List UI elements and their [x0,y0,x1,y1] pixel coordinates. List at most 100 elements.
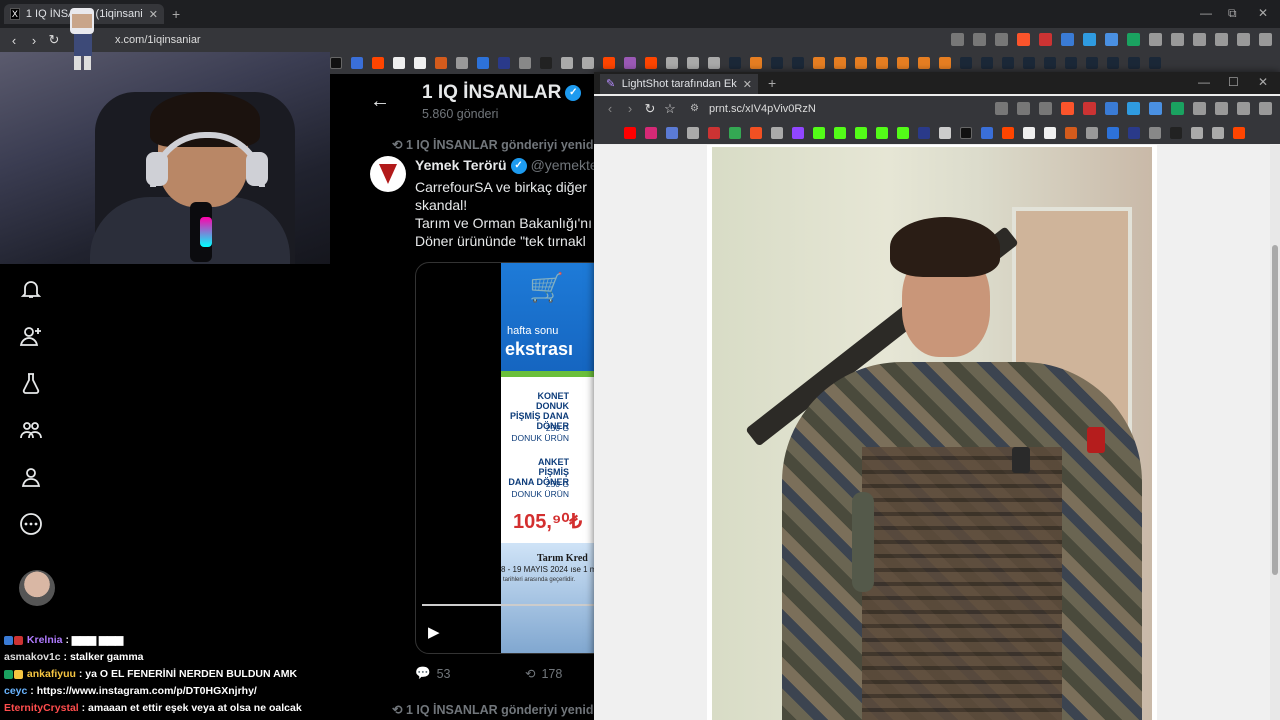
zoom-icon[interactable] [951,33,964,46]
extension-icon[interactable] [1061,33,1074,46]
bookmark-steam-icon[interactable] [1065,57,1077,69]
extension-icon[interactable] [1171,102,1184,115]
bookmark-steam-icon[interactable] [771,57,783,69]
bookmark-icon[interactable] [897,127,909,139]
brave-shield-icon[interactable] [1061,102,1074,115]
bookmark-icon[interactable] [939,57,951,69]
bookmark-icon[interactable] [1023,127,1035,139]
tweet-author[interactable]: Yemek Terörü ✓ @yemekte [415,157,594,175]
bookmark-icon[interactable] [918,127,930,139]
bookmark-kick-icon[interactable] [813,127,825,139]
extension-icon[interactable] [1127,102,1140,115]
bookmark-icon[interactable] [1065,127,1077,139]
bookmark-youtube-icon[interactable] [624,127,636,139]
bookmark-icon[interactable] [1191,127,1203,139]
bookmark-icon[interactable] [561,57,573,69]
back-nav-icon[interactable]: ‹ [600,101,620,116]
restore-button[interactable]: ⧉ [1228,6,1237,21]
play-icon[interactable]: ▶ [428,623,440,641]
extension-ublock-icon[interactable] [1039,33,1052,46]
bookmark-icon[interactable] [897,57,909,69]
bookmark-icon[interactable] [813,57,825,69]
new-tab-button[interactable]: + [172,6,180,22]
bookmark-steam-icon[interactable] [792,57,804,69]
front-address-bar[interactable]: prnt.sc/xIV4pViv0RzN [709,103,816,115]
bookmark-icon[interactable] [918,57,930,69]
bookmark-steam-icon[interactable] [729,57,741,69]
bookmark-steam-icon[interactable] [1002,57,1014,69]
bookmark-icon[interactable] [582,57,594,69]
scrollbar-thumb[interactable] [1272,245,1278,575]
bookmark-icon[interactable] [519,57,531,69]
bookmark-icon[interactable] [498,57,510,69]
forward-nav-icon[interactable]: › [620,101,640,116]
cast-icon[interactable] [973,33,986,46]
video-progress-bar[interactable] [422,604,594,606]
back-arrow-icon[interactable]: ← [370,90,390,113]
bookmark-steam-icon[interactable] [1044,57,1056,69]
extension-icon[interactable] [1083,33,1096,46]
zoom-icon[interactable] [995,102,1008,115]
minimize-button[interactable]: — [1200,6,1212,20]
bookmark-icon[interactable] [456,57,468,69]
bookmark-kick-icon[interactable] [855,127,867,139]
tweet-video[interactable]: 🛒 hafta sonu ekstrası KONET DONUK PİŞMİŞ … [415,262,594,654]
bookmark-icon[interactable] [876,57,888,69]
share-icon[interactable] [995,33,1008,46]
bookmark-steam-icon[interactable] [1023,57,1035,69]
bookmark-amazon-icon[interactable] [1044,127,1056,139]
bookmark-reddit-icon[interactable] [372,57,384,69]
bookmark-star-icon[interactable]: ☆ [660,101,680,117]
puzzle-icon[interactable] [1193,102,1206,115]
extension-icon[interactable] [1127,33,1140,46]
bookmark-icon[interactable] [603,57,615,69]
extension-icon[interactable] [1105,102,1118,115]
minimize-button[interactable]: — [1198,75,1210,89]
page-scrollbar[interactable] [1270,145,1280,720]
bookmark-icon[interactable] [1107,127,1119,139]
bell-icon[interactable] [19,277,43,301]
bookmark-icon[interactable] [687,57,699,69]
account-avatar[interactable] [19,570,55,606]
bookmark-steam-icon[interactable] [981,57,993,69]
bookmark-steam-icon[interactable] [1086,57,1098,69]
bookmark-icon[interactable] [855,57,867,69]
close-window-button[interactable]: ✕ [1258,6,1268,20]
bookmark-icon[interactable] [666,127,678,139]
bookmark-steam-icon[interactable] [1128,57,1140,69]
extension-ublock-icon[interactable] [1083,102,1096,115]
profile-icon[interactable] [1237,33,1250,46]
follow-icon[interactable] [19,324,43,348]
extension-icon[interactable] [1149,102,1162,115]
reload-icon[interactable]: ↻ [640,101,660,117]
bookmark-icon[interactable] [1233,127,1245,139]
bookmark-reddit-icon[interactable] [1002,127,1014,139]
communities-icon[interactable] [19,418,43,442]
share-icon[interactable] [1039,102,1052,115]
front-browser-tab[interactable]: ✎ LightShot tarafından Ekran Görü ✕ [600,74,758,94]
reply-button[interactable]: 💬 53 [415,666,450,681]
bookmark-icon[interactable] [540,57,552,69]
sidebar-icon[interactable] [1215,102,1228,115]
bookmark-gmail-icon[interactable] [708,127,720,139]
bookmark-icon[interactable] [750,57,762,69]
tweet-avatar[interactable] [370,156,406,192]
bookmark-icon[interactable] [666,57,678,69]
bookmark-icon[interactable] [1170,127,1182,139]
bookmark-icon[interactable] [834,57,846,69]
folder-icon[interactable] [708,57,720,69]
tab-close-icon[interactable]: ✕ [149,8,158,21]
bookmark-drive-icon[interactable] [729,127,741,139]
bookmark-microsoft-icon[interactable] [750,127,762,139]
bookmark-icon[interactable] [981,127,993,139]
media-icon[interactable] [1215,33,1228,46]
bookmark-x-icon[interactable] [330,57,342,69]
menu-icon[interactable] [1259,33,1272,46]
bookmark-twitch-icon[interactable] [792,127,804,139]
cast-icon[interactable] [1017,102,1030,115]
menu-icon[interactable] [1259,102,1272,115]
bookmark-icon[interactable] [645,57,657,69]
extension-icon[interactable] [1149,33,1162,46]
sidebar-icon[interactable] [1193,33,1206,46]
bookmark-icon[interactable] [435,57,447,69]
